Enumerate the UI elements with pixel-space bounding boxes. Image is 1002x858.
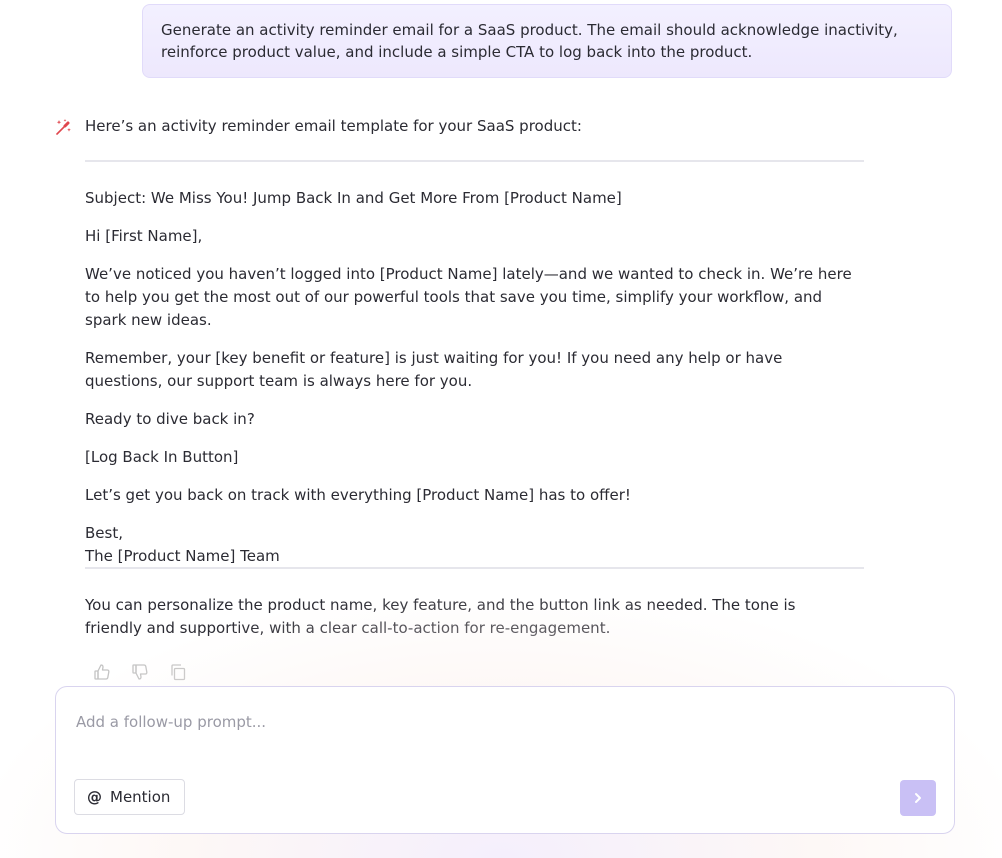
email-question: Ready to dive back in? bbox=[85, 410, 255, 428]
send-button[interactable] bbox=[900, 780, 936, 816]
email-signoff: Best, bbox=[85, 524, 123, 542]
email-greeting: Hi [First Name], bbox=[85, 227, 203, 245]
email-template: Subject: We Miss You! Jump Back In and G… bbox=[85, 187, 855, 568]
email-paragraph: Remember, your [key benefit or feature] … bbox=[85, 349, 783, 390]
follow-up-prompt-input[interactable] bbox=[76, 713, 916, 731]
mention-label: Mention bbox=[110, 788, 171, 806]
magic-wand-icon bbox=[54, 117, 74, 137]
copy-icon[interactable] bbox=[168, 662, 188, 682]
thumbs-up-icon[interactable] bbox=[92, 662, 112, 682]
email-closing-line: Let’s get you back on track with everyth… bbox=[85, 486, 631, 504]
message-actions bbox=[92, 662, 188, 682]
email-signature: The [Product Name] Team bbox=[85, 547, 280, 565]
email-subject: Subject: We Miss You! Jump Back In and G… bbox=[85, 189, 622, 207]
chevron-right-icon bbox=[915, 793, 921, 803]
divider bbox=[85, 567, 864, 569]
email-paragraph: We’ve noticed you haven’t logged into [P… bbox=[85, 265, 852, 329]
divider bbox=[85, 160, 864, 162]
chat-page: Generate an activity reminder email for … bbox=[0, 0, 1002, 858]
assistant-note: You can personalize the product name, ke… bbox=[85, 596, 796, 637]
user-message: Generate an activity reminder email for … bbox=[142, 4, 952, 78]
at-sign-icon: @ bbox=[87, 788, 102, 806]
prompt-composer: @ Mention bbox=[55, 686, 955, 834]
thumbs-down-icon[interactable] bbox=[130, 662, 150, 682]
assistant-intro: Here’s an activity reminder email templa… bbox=[85, 117, 582, 135]
email-cta-placeholder: [Log Back In Button] bbox=[85, 448, 239, 466]
mention-button[interactable]: @ Mention bbox=[74, 779, 186, 815]
